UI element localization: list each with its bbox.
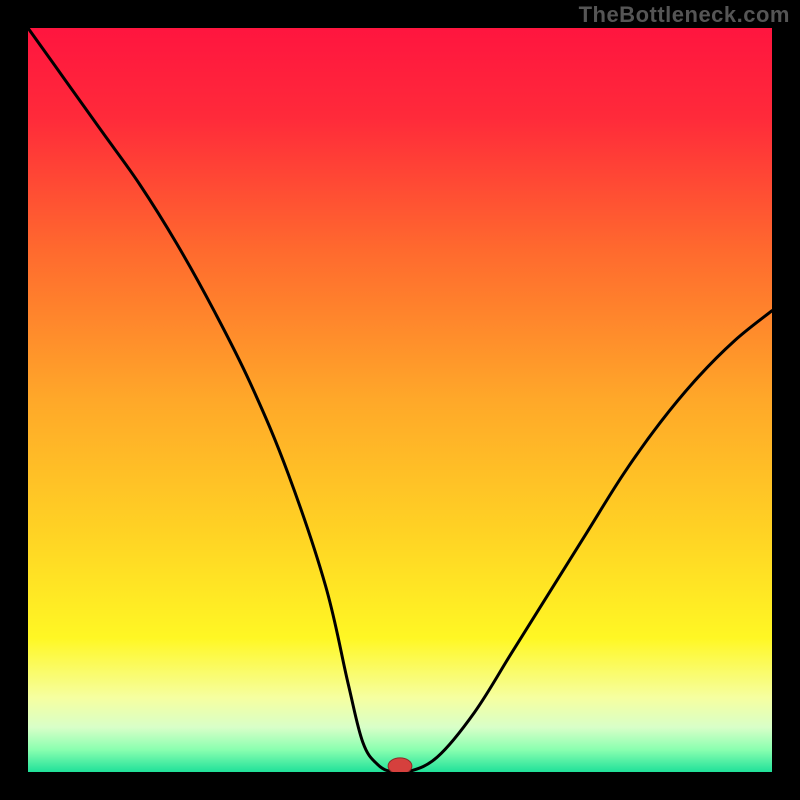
optimal-point-marker [388, 758, 412, 772]
gradient-background [28, 28, 772, 772]
plot-area [28, 28, 772, 772]
chart-frame: TheBottleneck.com [0, 0, 800, 800]
watermark-text: TheBottleneck.com [579, 2, 790, 28]
chart-svg [28, 28, 772, 772]
